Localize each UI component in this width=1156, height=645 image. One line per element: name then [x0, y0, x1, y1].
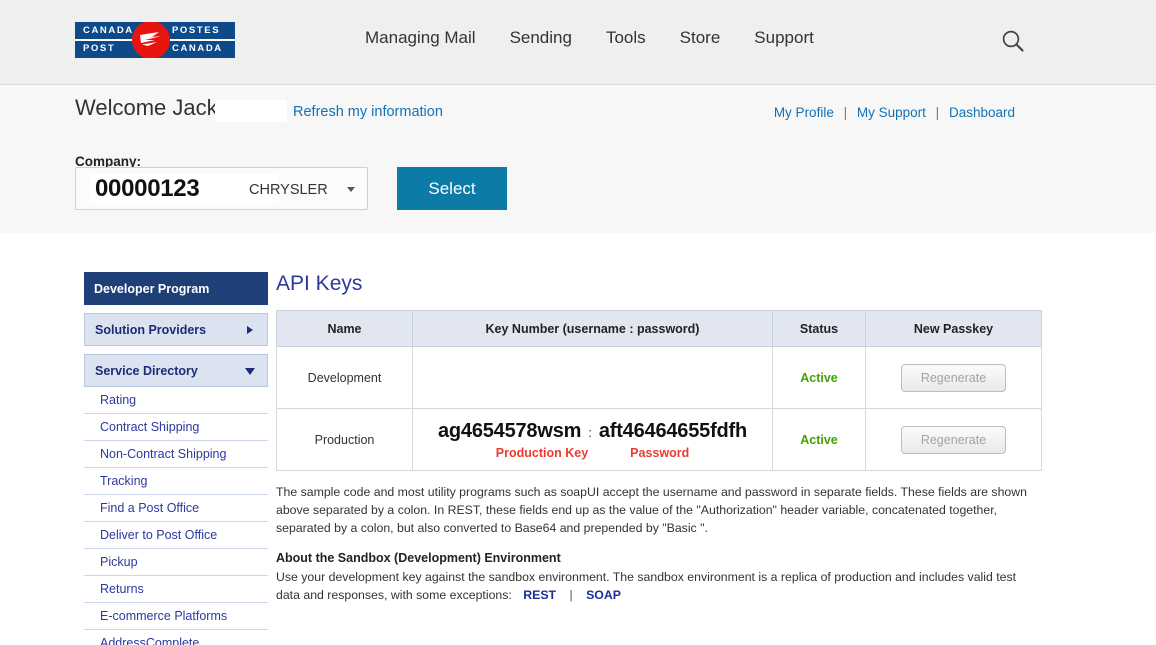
sidebar-item-find-a-post-office[interactable]: Find a Post Office [84, 495, 268, 522]
annotation-production-key: Production Key [495, 445, 589, 460]
nav-item-tools[interactable]: Tools [606, 28, 646, 48]
sidebar-item-addresscomplete[interactable]: AddressComplete [84, 630, 268, 645]
cell-key-development [412, 346, 773, 410]
main-panel: API Keys Name Key Number (username : pas… [276, 233, 1042, 616]
canada-post-logo[interactable]: CANADA POST POSTES CANADA [75, 22, 235, 58]
cell-action-production: Regenerate [865, 408, 1042, 472]
dashboard-link[interactable]: Dashboard [949, 105, 1015, 120]
page-content: Developer Program Solution Providers Ser… [0, 233, 1156, 645]
soap-link[interactable]: SOAP [586, 588, 621, 602]
sidebar-item-deliver-to-post-office[interactable]: Deliver to Post Office [84, 522, 268, 549]
table-header-row: Name Key Number (username : password) St… [276, 310, 1042, 348]
sidebar-item-returns[interactable]: Returns [84, 576, 268, 603]
chevron-down-icon [245, 368, 255, 375]
company-name-value: CHRYSLER [249, 182, 328, 198]
welcome-band: Welcome Jack Refresh my information My P… [0, 85, 1156, 233]
sidebar-primary-label: Developer Program [94, 281, 210, 296]
sidebar: Developer Program Solution Providers Ser… [84, 272, 268, 645]
nav-item-store[interactable]: Store [680, 28, 721, 48]
cell-status-development: Active [772, 346, 866, 410]
refresh-my-information-link[interactable]: Refresh my information [293, 104, 443, 120]
table-row: Production ag4654578wsm : aft46464655fdf… [276, 408, 1042, 472]
sidebar-item-pickup[interactable]: Pickup [84, 549, 268, 576]
cell-action-development: Regenerate [865, 346, 1042, 410]
api-keys-table: Name Key Number (username : password) St… [276, 310, 1042, 472]
table-row: Development Active Regenerate [276, 346, 1042, 410]
cell-name-production: Production [276, 408, 413, 472]
nav-item-support[interactable]: Support [754, 28, 814, 48]
site-header: CANADA POST POSTES CANADA Managing Mail … [0, 0, 1156, 85]
cell-status-production: Active [772, 408, 866, 472]
column-header-name: Name [276, 310, 413, 348]
sidebar-item-non-contract-shipping[interactable]: Non-Contract Shipping [84, 441, 268, 468]
regenerate-button-development[interactable]: Regenerate [901, 363, 1006, 392]
chevron-down-icon[interactable] [347, 187, 355, 192]
column-header-status: Status [772, 310, 866, 348]
status-badge: Active [800, 432, 838, 447]
sidebar-section-label-solution-providers: Solution Providers [95, 322, 207, 337]
production-key-value: ag4654578wsm [437, 419, 582, 442]
my-support-link[interactable]: My Support [857, 105, 926, 120]
my-profile-link[interactable]: My Profile [774, 105, 834, 120]
account-links: My Profile | My Support | Dashboard [774, 105, 1015, 120]
logo-text-postes: POSTES [172, 25, 221, 36]
link-separator-2: | [935, 105, 940, 120]
status-badge: Active [800, 370, 838, 385]
column-header-new-passkey: New Passkey [865, 310, 1042, 348]
description-paragraph: The sample code and most utility program… [276, 485, 1027, 536]
canada-post-bird-icon [140, 32, 161, 46]
annotation-password: Password [630, 445, 690, 460]
nav-item-managing-mail[interactable]: Managing Mail [365, 28, 476, 48]
link-separator: | [569, 588, 573, 603]
cell-name-development: Development [276, 346, 413, 410]
page-title: API Keys [276, 272, 363, 295]
chevron-right-icon [247, 326, 253, 334]
redacted-name-field [215, 100, 287, 122]
select-button[interactable]: Select [397, 167, 507, 210]
annotation-labels: Production Key Password [414, 446, 771, 460]
main-navigation: Managing Mail Sending Tools Store Suppor… [365, 28, 814, 48]
cell-key-production: ag4654578wsm : aft46464655fdfh Productio… [412, 408, 773, 472]
logo-text-canada-fr: CANADA [172, 43, 223, 54]
logo-text-canada: CANADA [83, 25, 134, 36]
company-number-annotation: 00000123 [95, 175, 200, 202]
welcome-title: Welcome Jack [75, 95, 218, 120]
production-password-value: aft46464655fdfh [598, 419, 748, 442]
logo-text-post: POST [83, 43, 116, 54]
sidebar-item-developer-program[interactable]: Developer Program [84, 272, 268, 305]
regenerate-button-production[interactable]: Regenerate [901, 425, 1006, 454]
column-header-key-number: Key Number (username : password) [412, 310, 773, 348]
link-separator-1: | [843, 105, 848, 120]
sidebar-section-label-service-directory: Service Directory [95, 363, 198, 378]
sandbox-heading: About the Sandbox (Development) Environm… [276, 551, 561, 566]
sidebar-item-tracking[interactable]: Tracking [84, 468, 268, 495]
sidebar-item-ecommerce-platforms[interactable]: E-commerce Platforms [84, 603, 268, 630]
search-icon[interactable] [1000, 28, 1026, 54]
sandbox-text: Use your development key against the san… [276, 570, 1017, 603]
credentials-separator: : [588, 424, 592, 440]
sidebar-item-contract-shipping[interactable]: Contract Shipping [84, 414, 268, 441]
sidebar-item-service-directory[interactable]: Service Directory [84, 354, 268, 387]
rest-link[interactable]: REST [523, 588, 556, 602]
company-select-dropdown[interactable]: 00000123 CHRYSLER [75, 167, 368, 210]
sidebar-item-rating[interactable]: Rating [84, 387, 268, 414]
nav-item-sending[interactable]: Sending [510, 28, 572, 48]
sandbox-paragraph: Use your development key against the san… [276, 568, 1038, 604]
production-credentials: ag4654578wsm : aft46464655fdfh [414, 420, 771, 443]
sidebar-item-solution-providers[interactable]: Solution Providers [84, 313, 268, 346]
